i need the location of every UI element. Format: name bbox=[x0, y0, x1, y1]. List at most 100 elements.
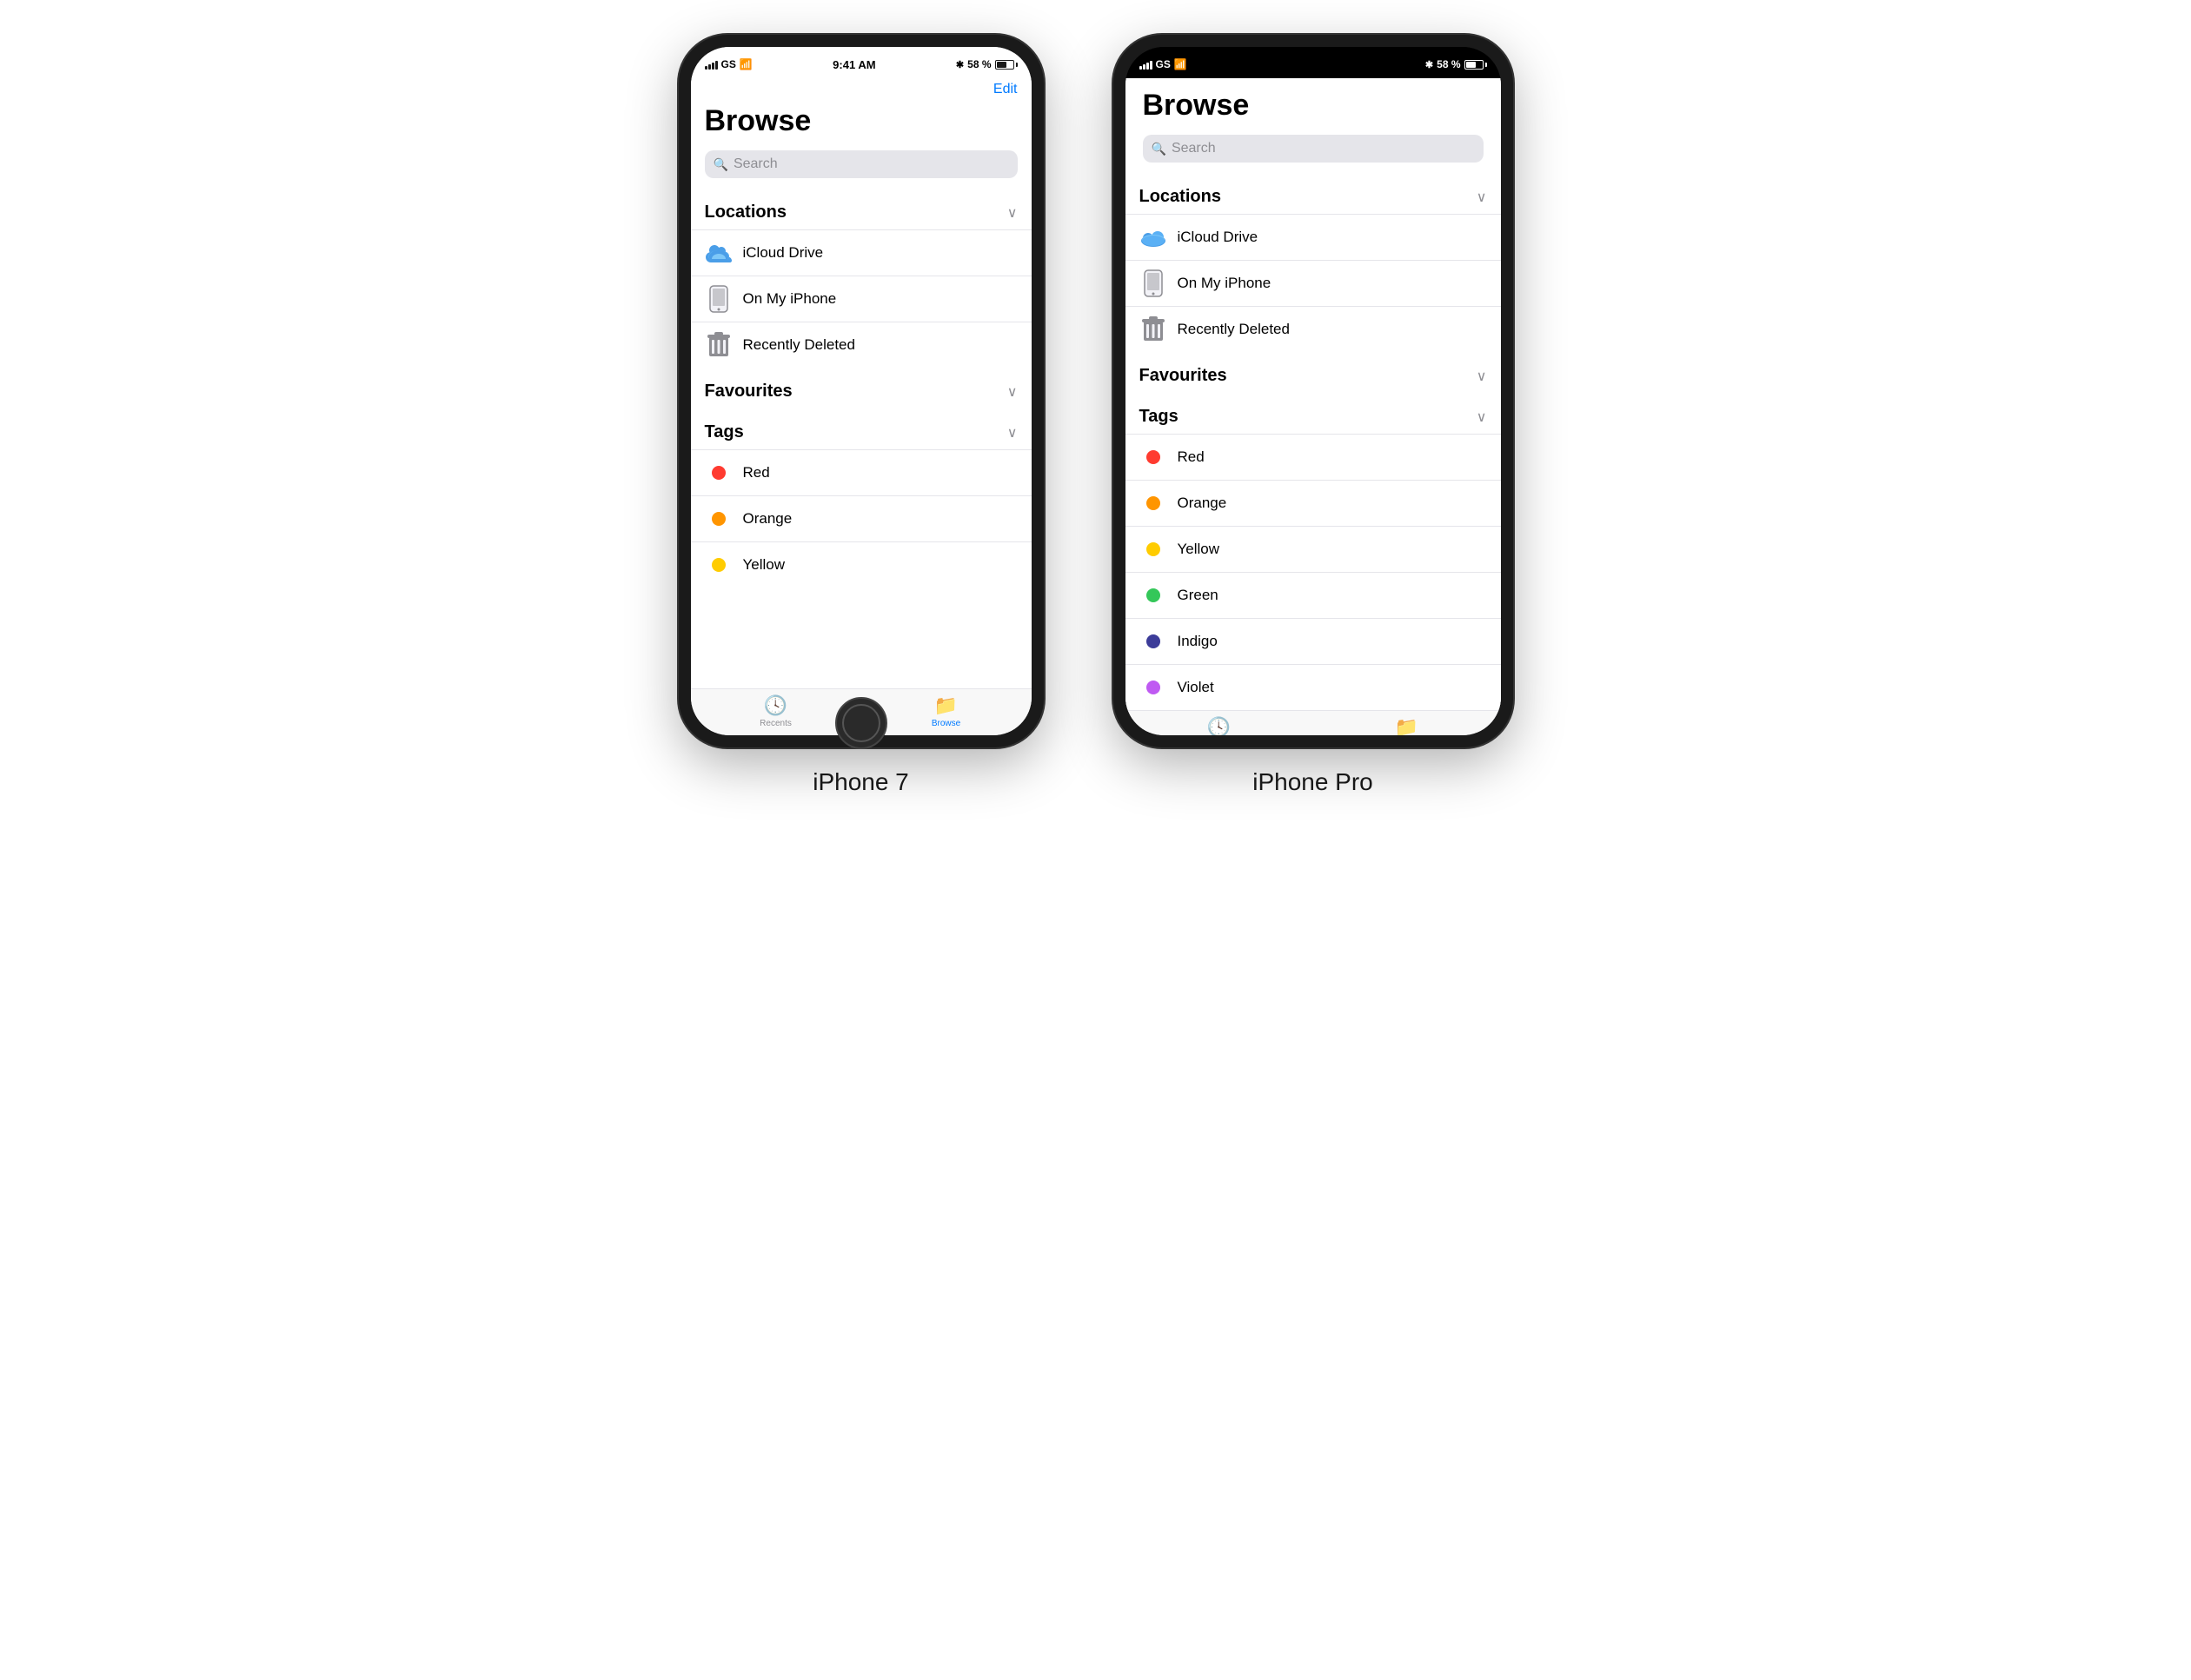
pro-tag-yellow-item[interactable]: Yellow bbox=[1125, 526, 1501, 572]
iphonepro-status-bar: GS 📶 ✱ 58 % bbox=[1125, 47, 1501, 78]
trash-svg bbox=[707, 332, 730, 358]
pro-locations-header[interactable]: Locations ∨ bbox=[1125, 173, 1501, 214]
icloud-drive-icon bbox=[705, 239, 733, 267]
pro-iphone-svg bbox=[1144, 269, 1163, 297]
pro-tab-browse[interactable]: 📁 Browse bbox=[1313, 716, 1501, 735]
pro-icloud-svg bbox=[1139, 228, 1167, 247]
on-my-iphone-label: On My iPhone bbox=[743, 290, 837, 308]
pro-tag-violet-item[interactable]: Violet bbox=[1125, 664, 1501, 710]
pro-tag-orange-item[interactable]: Orange bbox=[1125, 480, 1501, 526]
pro-battery-body bbox=[1464, 60, 1484, 70]
carrier-label: GS bbox=[721, 58, 736, 70]
on-my-iphone-item[interactable]: On My iPhone bbox=[691, 276, 1032, 322]
icloud-drive-item[interactable]: iCloud Drive bbox=[691, 229, 1032, 276]
battery-tip bbox=[1016, 63, 1018, 67]
pro-battery-pct: 58 % bbox=[1437, 58, 1460, 70]
locations-header[interactable]: Locations ∨ bbox=[691, 189, 1032, 229]
pro-signal-bar-2 bbox=[1143, 64, 1145, 70]
signal-bar-3 bbox=[712, 63, 714, 70]
recently-deleted-label: Recently Deleted bbox=[743, 336, 855, 354]
pro-favourites-header[interactable]: Favourites ∨ bbox=[1125, 352, 1501, 393]
icloud-drive-label: iCloud Drive bbox=[743, 244, 824, 262]
pro-favourites-title: Favourites bbox=[1139, 366, 1227, 386]
pro-icloud-drive-label: iCloud Drive bbox=[1178, 229, 1258, 246]
pro-tag-red-icon bbox=[1139, 443, 1167, 471]
iphone7-status-bar: GS 📶 9:41 AM ✱ 58 % bbox=[691, 47, 1032, 78]
locations-chevron: ∨ bbox=[1007, 204, 1018, 222]
pro-locations-chevron: ∨ bbox=[1477, 189, 1487, 206]
pro-green-dot bbox=[1146, 588, 1160, 602]
pro-tag-yellow-label: Yellow bbox=[1178, 541, 1220, 558]
pro-tag-indigo-item[interactable]: Indigo bbox=[1125, 618, 1501, 664]
pro-tab-recents[interactable]: 🕓 Recents bbox=[1125, 716, 1313, 735]
tag-yellow-label: Yellow bbox=[743, 556, 786, 574]
trash-icon bbox=[705, 331, 733, 359]
pro-tag-green-label: Green bbox=[1178, 587, 1218, 604]
tag-yellow-item[interactable]: Yellow bbox=[691, 541, 1032, 588]
home-button-ring bbox=[842, 704, 880, 742]
edit-button[interactable]: Edit bbox=[993, 82, 1018, 97]
pro-yellow-dot bbox=[1146, 542, 1160, 556]
recents-tab-icon: 🕓 bbox=[764, 694, 787, 717]
pro-browse-title: Browse bbox=[1125, 78, 1501, 131]
iphonepro-label: iPhone Pro bbox=[1252, 768, 1373, 796]
signal-bars bbox=[705, 59, 718, 70]
pro-status-left: GS 📶 bbox=[1139, 58, 1187, 70]
pro-locations-title: Locations bbox=[1139, 187, 1221, 207]
pro-tag-orange-label: Orange bbox=[1178, 495, 1227, 512]
home-button[interactable] bbox=[835, 697, 887, 749]
tag-red-item[interactable]: Red bbox=[691, 449, 1032, 495]
pro-bluetooth-icon: ✱ bbox=[1425, 59, 1433, 70]
search-placeholder-text: Search bbox=[734, 156, 778, 172]
tag-orange-icon bbox=[705, 505, 733, 533]
pro-search-icon: 🔍 bbox=[1152, 142, 1166, 156]
tags-header[interactable]: Tags ∨ bbox=[691, 408, 1032, 449]
pro-battery-fill bbox=[1466, 62, 1477, 68]
pro-recently-deleted-label: Recently Deleted bbox=[1178, 321, 1290, 338]
pro-signal-bars bbox=[1139, 59, 1152, 70]
pro-trash-svg bbox=[1142, 316, 1165, 342]
browse-tab-label: Browse bbox=[932, 719, 960, 728]
iphonepro-screen: GS 📶 ✱ 58 % Browse bbox=[1125, 47, 1501, 735]
pro-icloud-drive-item[interactable]: iCloud Drive bbox=[1125, 214, 1501, 260]
recents-tab-label: Recents bbox=[760, 719, 792, 728]
favourites-title: Favourites bbox=[705, 382, 793, 402]
pro-browse-tab-icon: 📁 bbox=[1395, 716, 1418, 735]
pro-violet-dot bbox=[1146, 681, 1160, 694]
pro-recently-deleted-item[interactable]: Recently Deleted bbox=[1125, 306, 1501, 352]
pro-search-bar[interactable]: 🔍 Search bbox=[1143, 135, 1484, 163]
pro-icloud-drive-icon bbox=[1139, 223, 1167, 251]
browse-title: Browse bbox=[691, 97, 1032, 147]
pro-battery-icon bbox=[1464, 60, 1487, 70]
pro-tag-violet-icon bbox=[1139, 674, 1167, 701]
search-bar[interactable]: 🔍 Search bbox=[705, 150, 1018, 178]
battery-body bbox=[995, 60, 1014, 70]
yellow-dot bbox=[712, 558, 726, 572]
tag-orange-label: Orange bbox=[743, 510, 793, 528]
pro-search-placeholder: Search bbox=[1172, 141, 1216, 156]
tag-orange-item[interactable]: Orange bbox=[691, 495, 1032, 541]
favourites-header[interactable]: Favourites ∨ bbox=[691, 368, 1032, 408]
battery-icon bbox=[995, 60, 1018, 70]
recently-deleted-item[interactable]: Recently Deleted bbox=[691, 322, 1032, 368]
pro-tag-red-item[interactable]: Red bbox=[1125, 434, 1501, 480]
pro-signal-bar-4 bbox=[1150, 61, 1152, 70]
iphone7-screen: GS 📶 9:41 AM ✱ 58 % Edit bbox=[691, 47, 1032, 735]
pro-tag-green-item[interactable]: Green bbox=[1125, 572, 1501, 618]
pro-tag-violet-label: Violet bbox=[1178, 679, 1214, 696]
pro-list-area: Locations ∨ bbox=[1125, 173, 1501, 710]
pro-tag-indigo-icon bbox=[1139, 628, 1167, 655]
signal-bar-1 bbox=[705, 66, 707, 70]
pro-carrier-label: GS bbox=[1156, 58, 1171, 70]
pro-favourites-chevron: ∨ bbox=[1477, 368, 1487, 385]
pro-on-my-iphone-label: On My iPhone bbox=[1178, 275, 1271, 292]
orange-dot bbox=[712, 512, 726, 526]
signal-bar-2 bbox=[708, 64, 711, 70]
locations-title: Locations bbox=[705, 203, 787, 222]
pro-on-my-iphone-item[interactable]: On My iPhone bbox=[1125, 260, 1501, 306]
pro-tags-header[interactable]: Tags ∨ bbox=[1125, 393, 1501, 434]
icloud-svg bbox=[705, 243, 733, 262]
pro-recents-tab-icon: 🕓 bbox=[1207, 716, 1231, 735]
pro-red-dot bbox=[1146, 450, 1160, 464]
tag-yellow-icon bbox=[705, 551, 733, 579]
